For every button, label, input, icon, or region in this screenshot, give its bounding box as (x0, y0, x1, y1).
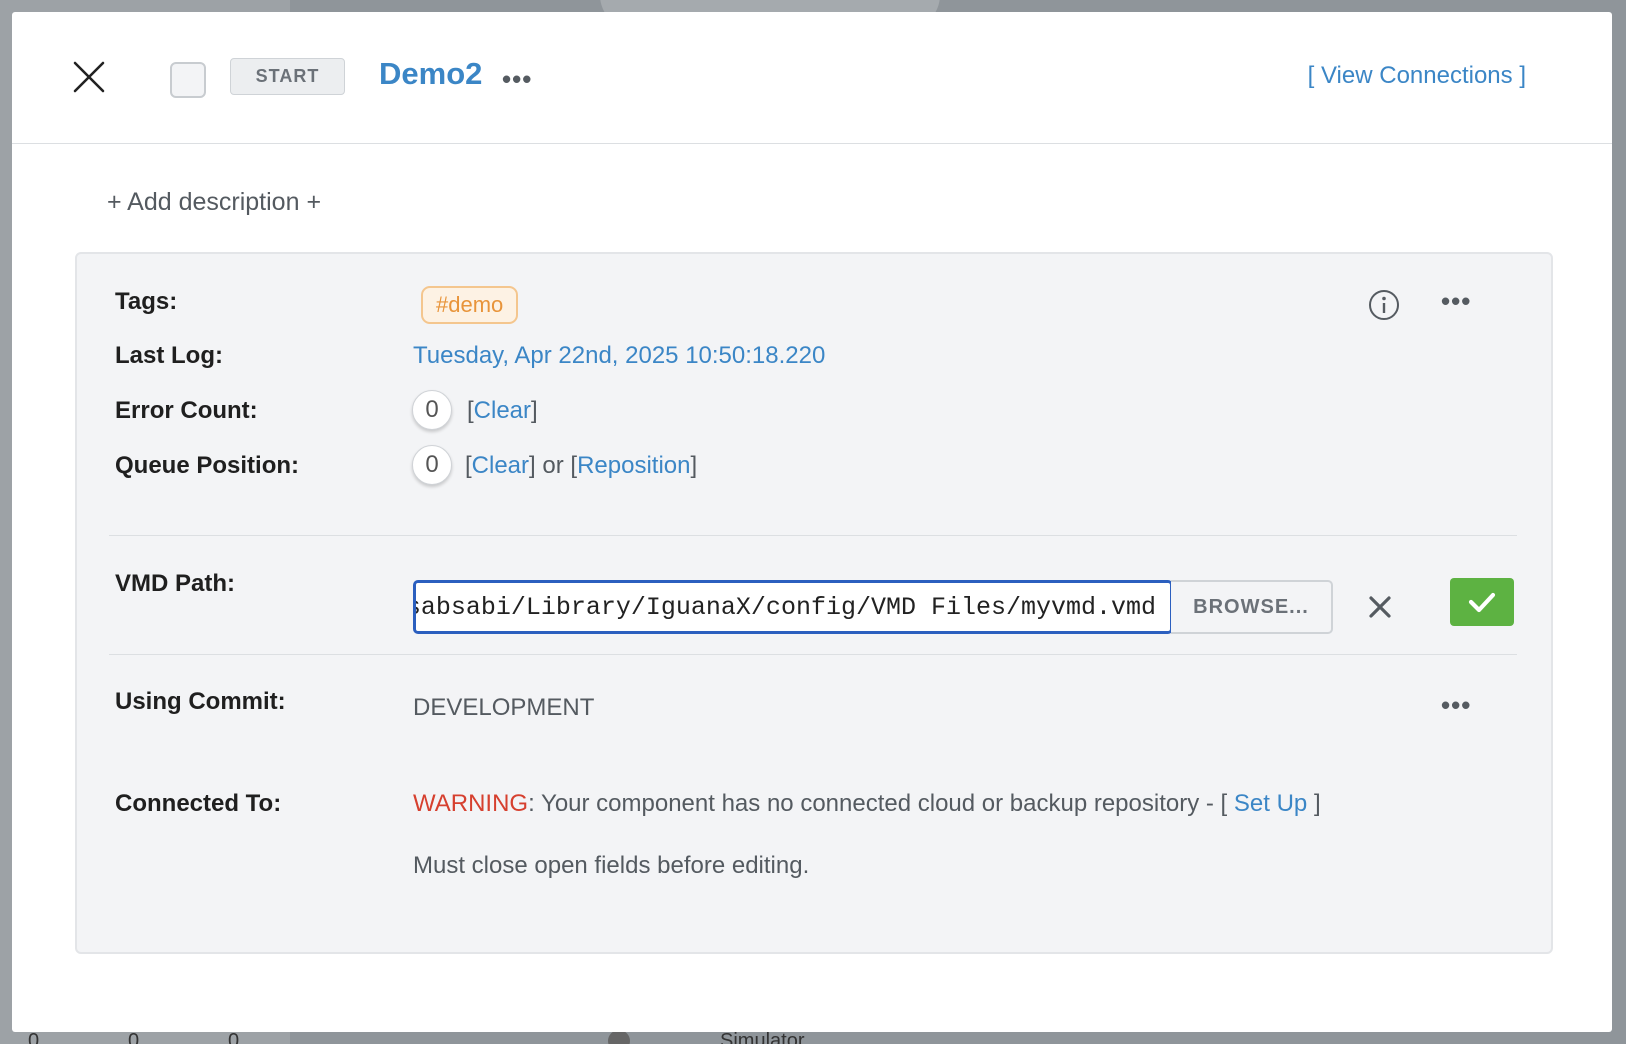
warning-label: WARNING (413, 790, 529, 817)
clear-queue-link[interactable]: Clear (472, 452, 529, 479)
error-count-badge: 0 (412, 390, 452, 430)
dialog-header: START Demo2 ••• [ View Connections ] (12, 12, 1612, 144)
background-status-dot (608, 1030, 630, 1044)
using-commit-label: Using Commit: (115, 688, 286, 715)
error-count-label: Error Count: (115, 397, 258, 424)
component-title[interactable]: Demo2 (379, 56, 482, 92)
clear-errors-link[interactable]: Clear (474, 397, 531, 424)
tags-label: Tags: (115, 288, 178, 315)
confirm-button[interactable] (1450, 578, 1514, 626)
start-button[interactable]: START (230, 58, 345, 95)
last-log-link[interactable]: Tuesday, Apr 22nd, 2025 10:50:18.220 (413, 342, 825, 370)
error-clear-group: [Clear] (467, 397, 538, 424)
setup-link[interactable]: Set Up (1234, 790, 1307, 817)
details-panel: Tags: #demo ••• Last Log: Tuesday, Apr 2… (75, 252, 1553, 954)
commit-value: DEVELOPMENT (413, 694, 595, 721)
background-count: 0 (28, 1030, 40, 1044)
checkmark-icon (1468, 592, 1496, 613)
select-checkbox[interactable] (170, 62, 206, 98)
connected-to-label: Connected To: (115, 790, 282, 817)
ellipsis-icon[interactable]: ••• (1441, 692, 1471, 718)
background-count: 0 (228, 1030, 240, 1044)
ellipsis-icon[interactable]: ••• (502, 66, 532, 92)
view-connections-link[interactable]: [ View Connections ] (1308, 62, 1526, 90)
tag-badge[interactable]: #demo (421, 286, 519, 324)
reposition-link[interactable]: Reposition (577, 452, 690, 479)
ellipsis-icon[interactable]: ••• (1441, 288, 1471, 314)
last-log-label: Last Log: (115, 342, 223, 369)
divider (109, 654, 1517, 655)
edit-note: Must close open fields before editing. (413, 852, 810, 879)
cancel-icon[interactable] (1367, 594, 1393, 620)
queue-actions-group: [Clear] or [Reposition] (465, 452, 698, 479)
background-component-label: Simulator (720, 1030, 805, 1044)
info-icon[interactable] (1367, 288, 1401, 322)
vmd-path-label: VMD Path: (115, 570, 235, 597)
add-description-link[interactable]: + Add description + (107, 188, 321, 217)
vmd-path-input[interactable]: ısabsabi/Library/IguanaX/config/VMD File… (413, 580, 1173, 634)
queue-position-label: Queue Position: (115, 452, 300, 479)
browse-button[interactable]: BROWSE... (1171, 580, 1333, 634)
close-icon[interactable] (72, 60, 106, 94)
background-count: 0 (128, 1030, 140, 1044)
view-connections-label[interactable]: View Connections (1321, 62, 1513, 89)
connection-warning: WARNING: Your component has no connected… (413, 790, 1321, 817)
component-dialog: START Demo2 ••• [ View Connections ] + A… (12, 12, 1612, 1032)
queue-position-badge: 0 (412, 445, 452, 485)
divider (109, 535, 1517, 536)
